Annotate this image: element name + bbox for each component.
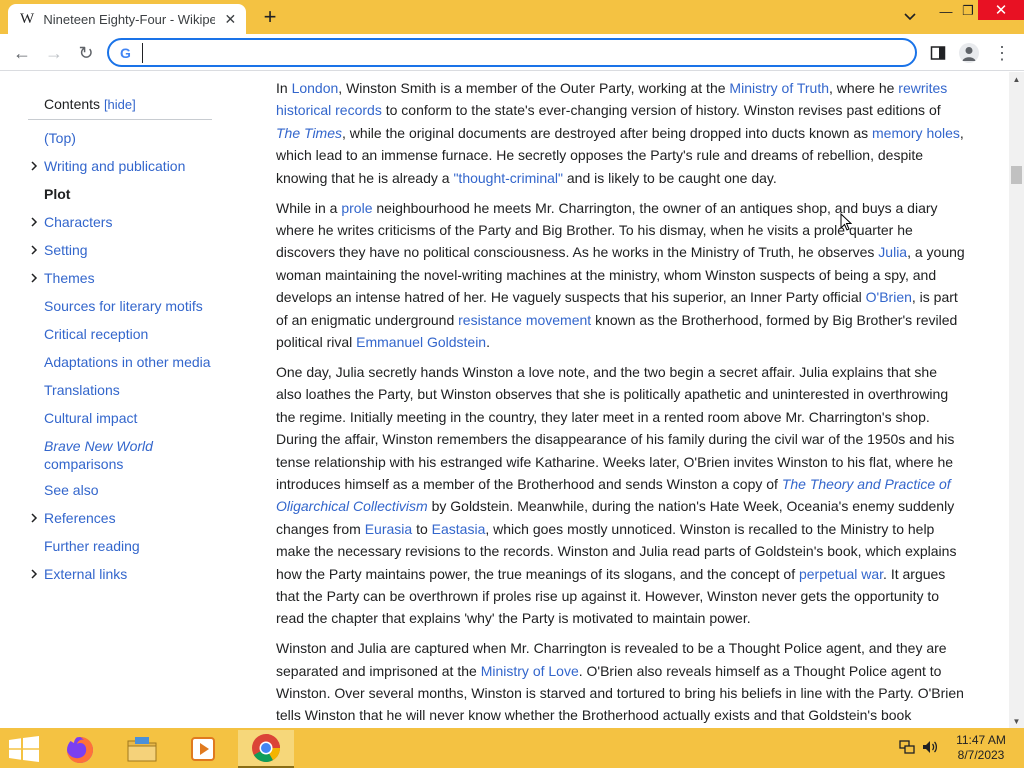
toc-item-label: See also [44, 482, 99, 498]
toc-item-label: Adaptations in other media [44, 354, 211, 370]
link-eastasia[interactable]: Eastasia [432, 521, 486, 537]
chevron-right-icon[interactable] [28, 272, 40, 284]
browser-toolbar: ← → ↻ G ⋮ [0, 34, 1024, 71]
tab-wikipedia[interactable]: W Nineteen Eighty-Four - Wikipedia ✕ [8, 4, 246, 34]
toc-item-label: Themes [44, 270, 95, 286]
link-resistance-movement[interactable]: resistance movement [458, 312, 591, 328]
side-panel-icon[interactable] [926, 41, 950, 65]
back-button[interactable]: ← [9, 40, 35, 66]
system-clock[interactable]: 11:47 AM 8/7/2023 [946, 733, 1016, 763]
chevron-right-icon[interactable] [28, 160, 40, 172]
wikipedia-icon: W [20, 10, 35, 27]
toc-item-sources-for-literary-motifs[interactable]: Sources for literary motifs [28, 297, 228, 325]
toc-item-further-reading[interactable]: Further reading [28, 537, 228, 565]
toc-hide-link[interactable]: [hide] [104, 97, 136, 112]
link-memory-holes[interactable]: memory holes [872, 125, 960, 141]
toc-item-label: Critical reception [44, 326, 149, 342]
toc-item-see-also[interactable]: See also [28, 481, 228, 509]
windows-start-icon[interactable] [8, 736, 40, 762]
page-scrollbar[interactable]: ▲ ▼ [1009, 72, 1024, 728]
scroll-down-arrow-icon[interactable]: ▼ [1009, 714, 1024, 728]
plot-paragraph-3: One day, Julia secretly hands Winston a … [276, 363, 957, 627]
toc-item-plot[interactable]: Plot [28, 185, 228, 213]
plot-paragraph-4: Winston and Julia are captured when Mr. … [276, 640, 964, 724]
toc-item-label: Setting [44, 242, 88, 258]
link-the-times[interactable]: The Times [276, 125, 342, 141]
network-icon[interactable] [898, 738, 916, 756]
volume-icon[interactable] [921, 738, 939, 756]
toc-item-characters[interactable]: Characters [28, 213, 228, 241]
toc-item-label: (Top) [44, 130, 76, 146]
file-explorer-taskbar-icon[interactable] [114, 730, 170, 768]
plot-paragraph-2: While in a prole neighbourhood he meets … [276, 199, 965, 350]
link-ministry-of-truth[interactable]: Ministry of Truth [729, 80, 829, 96]
toc-item-brave-new-world-comparisons[interactable]: Brave New World comparisons [28, 437, 228, 481]
firefox-taskbar-icon[interactable] [52, 730, 108, 768]
profile-avatar-icon[interactable] [957, 41, 981, 65]
toc-item-critical-reception[interactable]: Critical reception [28, 325, 228, 353]
link-obrien[interactable]: O'Brien [866, 289, 912, 305]
toc-item-setting[interactable]: Setting [28, 241, 228, 269]
forward-button[interactable]: → [41, 40, 67, 66]
tab-search-chevron-icon[interactable] [898, 6, 922, 28]
clock-time: 11:47 AM [956, 733, 1006, 747]
toc-item-label: Cultural impact [44, 410, 138, 426]
article-body: In London, Winston Smith is a member of … [276, 77, 966, 728]
toc-item-label: External links [44, 566, 128, 582]
new-tab-button[interactable]: + [258, 5, 282, 29]
toc-item-themes[interactable]: Themes [28, 269, 228, 297]
browser-titlebar: W Nineteen Eighty-Four - Wikipedia ✕ + —… [0, 0, 1024, 34]
link-thought-criminal[interactable]: "thought-criminal" [453, 170, 563, 186]
media-player-taskbar-icon[interactable] [175, 730, 231, 768]
toc-item-cultural-impact[interactable]: Cultural impact [28, 409, 228, 437]
toc-item-label: References [44, 510, 116, 526]
toc-title: Contents [44, 96, 101, 112]
toc-item-top[interactable]: (Top) [28, 129, 228, 157]
toc-item-references[interactable]: References [28, 509, 228, 537]
toc-item-label: Sources for literary motifs [44, 298, 203, 314]
toc-item-external-links[interactable]: External links [28, 565, 228, 593]
chevron-right-icon[interactable] [28, 512, 40, 524]
google-icon: G [120, 44, 131, 61]
scroll-up-arrow-icon[interactable]: ▲ [1009, 72, 1024, 86]
plot-paragraph-1: In London, Winston Smith is a member of … [276, 80, 964, 186]
tab-close-icon[interactable]: ✕ [223, 11, 238, 28]
table-of-contents: Contents [hide] (Top) Writing and publica… [28, 96, 228, 593]
chevron-right-icon[interactable] [28, 244, 40, 256]
toc-item-label: Writing and publication [44, 158, 186, 174]
toc-item-label: Characters [44, 214, 113, 230]
chevron-right-icon[interactable] [28, 216, 40, 228]
reload-button[interactable]: ↻ [73, 40, 99, 66]
toc-item-label: Plot [44, 186, 71, 202]
scrollbar-thumb[interactable] [1011, 166, 1022, 184]
chevron-right-icon[interactable] [28, 568, 40, 580]
link-london[interactable]: London [292, 80, 339, 96]
link-perpetual-war[interactable]: perpetual war [799, 566, 883, 582]
toc-item-label: Further reading [44, 538, 140, 554]
link-emmanuel-goldstein[interactable]: Emmanuel Goldstein [356, 334, 486, 350]
clock-date: 8/7/2023 [957, 748, 1005, 762]
page-content: Contents [hide] (Top) Writing and publica… [0, 72, 1009, 728]
chrome-taskbar-icon[interactable] [238, 730, 294, 768]
link-julia[interactable]: Julia [878, 244, 907, 260]
window-close-button[interactable]: ✕ [978, 0, 1024, 20]
toc-item-label-italic: Brave New World [44, 438, 153, 454]
toc-header: Contents [hide] [28, 96, 212, 120]
toc-list: (Top) Writing and publication Plot Characte… [28, 129, 228, 593]
link-eurasia[interactable]: Eurasia [365, 521, 412, 537]
mouse-cursor-icon [840, 213, 852, 231]
link-prole[interactable]: prole [341, 200, 372, 216]
toc-item-label: Translations [44, 382, 120, 398]
toc-item-label-rest: comparisons [44, 456, 124, 472]
kebab-menu-icon[interactable]: ⋮ [990, 41, 1014, 65]
link-ministry-of-love[interactable]: Ministry of Love [481, 663, 579, 679]
address-bar[interactable]: G [107, 38, 917, 67]
toc-item-writing-and-publication[interactable]: Writing and publication [28, 157, 228, 185]
address-input[interactable] [142, 42, 882, 63]
toc-item-adaptations-in-other-media[interactable]: Adaptations in other media [28, 353, 228, 381]
tab-title: Nineteen Eighty-Four - Wikipedia [43, 11, 215, 27]
toc-item-translations[interactable]: Translations [28, 381, 228, 409]
windows-taskbar: 11:47 AM 8/7/2023 [0, 728, 1024, 768]
